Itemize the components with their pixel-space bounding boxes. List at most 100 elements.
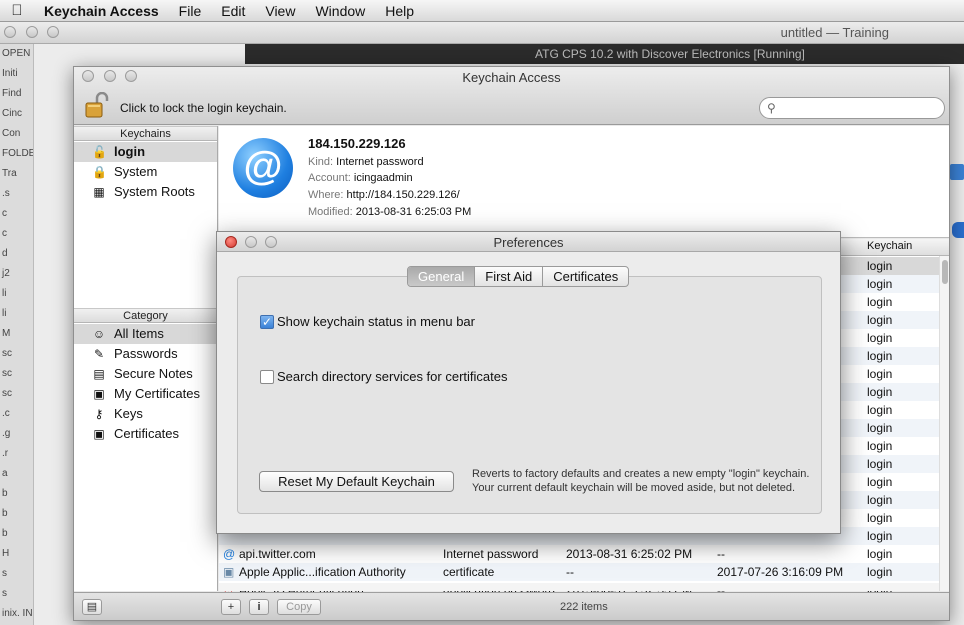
sidebar-keychain-2[interactable]: ▦ System Roots <box>74 182 217 202</box>
menu-view[interactable]: View <box>255 3 305 19</box>
show-status-checkbox[interactable]: ✓ <box>260 315 274 329</box>
sidebar-category-3[interactable]: ▣ My Certificates <box>74 384 217 404</box>
item-modified-value: 2013-08-31 6:25:03 PM <box>355 206 472 218</box>
preferences-title: Preferences <box>493 235 564 250</box>
info-button[interactable]: i <box>249 599 269 615</box>
background-file-item[interactable]: .s <box>0 184 33 204</box>
menu-app-name[interactable]: Keychain Access <box>34 3 169 19</box>
at-icon: @ <box>223 547 236 561</box>
background-file-item[interactable]: .c <box>0 404 33 424</box>
vertical-scroll-thumb[interactable] <box>942 260 948 284</box>
search-field[interactable]: ⚲ <box>759 97 945 119</box>
add-item-button[interactable]: + <box>221 599 241 615</box>
background-file-item[interactable]: sc <box>0 364 33 384</box>
background-file-item[interactable]: c <box>0 204 33 224</box>
background-file-item[interactable]: .r <box>0 444 33 464</box>
background-file-item[interactable]: a <box>0 464 33 484</box>
back-minimize-button[interactable] <box>25 26 38 38</box>
background-file-item[interactable]: Con <box>0 124 33 144</box>
cell-keychain: login <box>867 421 893 435</box>
cell-modified: -- <box>566 565 574 579</box>
apple-menu-icon[interactable]:  <box>0 2 34 19</box>
cell-expires: 2017-07-26 3:16:09 PM <box>717 565 844 579</box>
reset-default-keychain-button[interactable]: Reset My Default Keychain <box>259 471 454 492</box>
background-file-item[interactable]: sc <box>0 384 33 404</box>
sidebar-keychain-1[interactable]: 🔒 System <box>74 162 217 182</box>
background-file-item[interactable]: c <box>0 224 33 244</box>
sidebar-category-5[interactable]: ▣ Certificates <box>74 424 217 444</box>
sidebar-category-4[interactable]: ⚷ Keys <box>74 404 217 424</box>
background-file-item[interactable]: Initi <box>0 64 33 84</box>
background-file-item[interactable]: M <box>0 324 33 344</box>
show-sidebar-button[interactable]: ▤ <box>82 599 102 615</box>
item-kind-value: Internet password <box>336 156 424 168</box>
menu-file[interactable]: File <box>169 3 212 19</box>
background-tab-label[interactable]: ATG CPS 10.2 with Discover Electronics [… <box>535 47 805 61</box>
cell-kind: certificate <box>443 565 495 579</box>
cell-keychain: login <box>867 349 893 363</box>
background-file-item[interactable]: OPEN FILES <box>0 44 33 64</box>
certificate-icon: ▣ <box>93 387 105 401</box>
reset-note-line-1: Reverts to factory defaults and creates … <box>472 468 810 480</box>
sidebar-category-label: Certificates <box>114 426 180 441</box>
sidebar-category-1[interactable]: ✎ Passwords <box>74 344 217 364</box>
search-directory-label[interactable]: Search directory services for certificat… <box>277 369 507 384</box>
background-window-titlebar: untitled — Training <box>0 22 964 44</box>
background-file-item[interactable]: d <box>0 244 33 264</box>
background-file-item[interactable]: Tra <box>0 164 33 184</box>
copy-button[interactable]: Copy <box>277 599 321 615</box>
background-file-item[interactable]: b <box>0 504 33 524</box>
sidebar-keychain-label: System Roots <box>114 184 195 199</box>
menu-window[interactable]: Window <box>305 3 375 19</box>
back-zoom-button[interactable] <box>47 26 60 38</box>
background-file-pane: OPEN FILESInitiFindCincConFOLDETra.sccdj… <box>0 44 34 625</box>
cell-expires: -- <box>717 547 725 561</box>
background-file-item[interactable]: j2 <box>0 264 33 284</box>
background-edge-button <box>952 222 964 238</box>
background-file-item[interactable]: sc <box>0 344 33 364</box>
background-window-title: untitled — Training <box>780 25 889 40</box>
background-file-item[interactable]: Find <box>0 84 33 104</box>
sidebar-toggle-icon: ▤ <box>86 601 98 613</box>
tab-general[interactable]: General <box>408 267 476 286</box>
certificate-icon: ▣ <box>223 565 235 579</box>
keychains-header: Keychains <box>74 126 217 141</box>
background-file-item[interactable]: FOLDE <box>0 144 33 164</box>
cell-keychain: login <box>867 385 893 399</box>
sidebar-category-0[interactable]: ☺ All Items <box>74 324 217 344</box>
back-close-button[interactable] <box>4 26 16 38</box>
tab-first-aid[interactable]: First Aid <box>475 267 544 286</box>
lock-keychain-label[interactable]: Click to lock the login keychain. <box>120 101 287 115</box>
background-file-item[interactable]: .g <box>0 424 33 444</box>
vertical-scrollbar[interactable] <box>939 256 949 591</box>
background-file-item[interactable]: b <box>0 484 33 504</box>
background-file-item[interactable]: s <box>0 564 33 584</box>
search-directory-checkbox[interactable] <box>260 370 274 384</box>
background-file-item[interactable]: H <box>0 544 33 564</box>
menu-edit[interactable]: Edit <box>211 3 255 19</box>
tab-certificates[interactable]: Certificates <box>543 267 628 286</box>
table-row[interactable]: ▣ Apple Applic...ification Authority certi… <box>219 563 939 581</box>
item-detail-pane: @ 184.150.229.126 Kind: Internet passwor… <box>219 126 949 238</box>
show-status-label[interactable]: Show keychain status in menu bar <box>277 314 475 329</box>
background-file-item[interactable]: Cinc <box>0 104 33 124</box>
column-header-keychain[interactable]: Keychain <box>867 240 912 252</box>
bottom-bar: ▤ + i Copy 222 items <box>74 592 949 620</box>
cell-keychain: login <box>867 565 893 579</box>
cell-kind: Internet password <box>443 547 539 561</box>
sidebar-category-2[interactable]: ▤ Secure Notes <box>74 364 217 384</box>
background-file-item[interactable]: li <box>0 284 33 304</box>
background-file-item[interactable]: li <box>0 304 33 324</box>
background-file-item[interactable]: s <box>0 584 33 604</box>
background-file-item[interactable]: b <box>0 524 33 544</box>
menu-help[interactable]: Help <box>375 3 424 19</box>
search-input[interactable] <box>782 100 937 116</box>
sidebar-keychain-0[interactable]: 🔓 login <box>74 142 217 162</box>
horizontal-scrollbar[interactable] <box>219 583 939 591</box>
background-file-item[interactable]: inix. IN <box>0 604 33 624</box>
cell-keychain: login <box>867 475 893 489</box>
unlocked-padlock-icon[interactable] <box>84 92 112 118</box>
table-row[interactable]: @ api.twitter.com Internet password 2013-08… <box>219 545 939 563</box>
item-where-value: http://184.150.229.126/ <box>346 189 460 201</box>
cell-name: Apple Applic...ification Authority <box>239 565 406 579</box>
